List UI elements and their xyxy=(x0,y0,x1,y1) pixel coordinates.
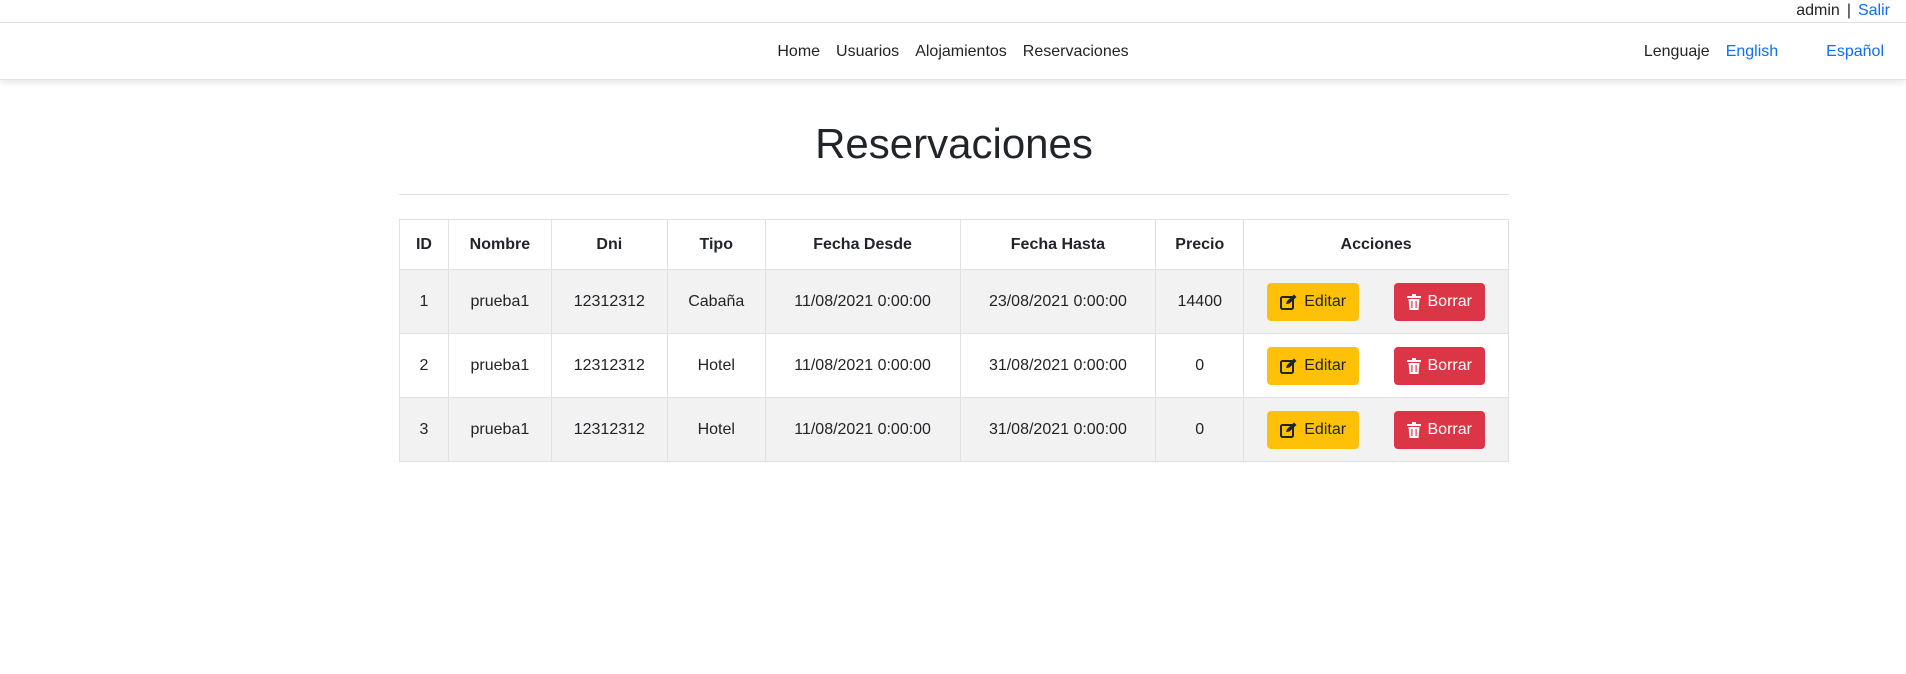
cell-acciones: Editar Borrar xyxy=(1243,333,1509,398)
logout-link[interactable]: Salir xyxy=(1858,2,1890,19)
user-box: admin | Salir xyxy=(1796,2,1890,20)
header-acciones: Acciones xyxy=(1243,219,1509,270)
header-precio: Precio xyxy=(1155,219,1245,270)
edit-label: Editar xyxy=(1304,356,1347,374)
cell-tipo: Hotel xyxy=(666,397,766,462)
header-tipo: Tipo xyxy=(666,219,766,270)
title-divider xyxy=(399,194,1509,195)
main-navbar: Home Usuarios Alojamientos Reservaciones… xyxy=(0,23,1906,80)
trash-icon xyxy=(1406,421,1421,438)
main-content: Reservaciones ID Nombre Dni Tipo Fecha D… xyxy=(399,80,1509,462)
cell-acciones: Editar Borrar xyxy=(1243,269,1509,334)
delete-button[interactable]: Borrar xyxy=(1393,282,1485,321)
edit-label: Editar xyxy=(1304,420,1347,438)
edit-button[interactable]: Editar xyxy=(1267,346,1360,385)
cell-precio: 0 xyxy=(1155,333,1245,398)
header-fecha-desde: Fecha Desde xyxy=(764,219,961,270)
header-nombre: Nombre xyxy=(447,219,552,270)
delete-label: Borrar xyxy=(1427,420,1472,438)
cell-nombre: prueba1 xyxy=(447,397,552,462)
cell-acciones: Editar Borrar xyxy=(1243,397,1509,462)
lang-spanish-link[interactable]: Español xyxy=(1826,43,1884,61)
table-row: 3 prueba1 12312312 Hotel 11/08/2021 0:00… xyxy=(399,397,1509,462)
header-fecha-hasta: Fecha Hasta xyxy=(959,219,1157,270)
header-id: ID xyxy=(399,219,449,270)
cell-tipo: Cabaña xyxy=(666,269,766,334)
cell-tipo: Hotel xyxy=(666,333,766,398)
cell-fecha-hasta: 31/08/2021 0:00:00 xyxy=(959,397,1157,462)
table-row: 2 prueba1 12312312 Hotel 11/08/2021 0:00… xyxy=(399,333,1509,398)
delete-label: Borrar xyxy=(1427,356,1472,374)
delete-button[interactable]: Borrar xyxy=(1393,410,1485,449)
cell-id: 3 xyxy=(399,397,449,462)
edit-label: Editar xyxy=(1304,292,1347,310)
cell-precio: 14400 xyxy=(1155,269,1245,334)
cell-fecha-hasta: 31/08/2021 0:00:00 xyxy=(959,333,1157,398)
edit-icon xyxy=(1280,358,1297,374)
table-header-row: ID Nombre Dni Tipo Fecha Desde Fecha Has… xyxy=(399,219,1509,270)
cell-nombre: prueba1 xyxy=(447,333,552,398)
cell-id: 1 xyxy=(399,269,449,334)
edit-button[interactable]: Editar xyxy=(1267,282,1360,321)
table-row: 1 prueba1 12312312 Cabaña 11/08/2021 0:0… xyxy=(399,269,1509,334)
trash-icon xyxy=(1406,357,1421,374)
username: admin xyxy=(1796,2,1840,19)
cell-precio: 0 xyxy=(1155,397,1245,462)
delete-button[interactable]: Borrar xyxy=(1393,346,1485,385)
cell-fecha-desde: 11/08/2021 0:00:00 xyxy=(764,397,961,462)
cell-nombre: prueba1 xyxy=(447,269,552,334)
language-switcher: Lenguaje English Español xyxy=(1644,23,1884,80)
separator: | xyxy=(1846,2,1851,19)
edit-icon xyxy=(1280,294,1297,310)
nav-usuarios[interactable]: Usuarios xyxy=(828,43,907,61)
edit-icon xyxy=(1280,422,1297,438)
header-dni: Dni xyxy=(550,219,668,270)
nav-menu: Home Usuarios Alojamientos Reservaciones xyxy=(0,23,1906,80)
language-label: Lenguaje xyxy=(1643,42,1710,60)
nav-reservaciones[interactable]: Reservaciones xyxy=(1015,43,1137,61)
trash-icon xyxy=(1406,293,1421,310)
page-title: Reservaciones xyxy=(815,120,1093,167)
cell-dni: 12312312 xyxy=(550,269,668,334)
cell-fecha-desde: 11/08/2021 0:00:00 xyxy=(764,269,961,334)
cell-fecha-hasta: 23/08/2021 0:00:00 xyxy=(959,269,1157,334)
delete-label: Borrar xyxy=(1427,292,1472,310)
cell-id: 2 xyxy=(399,333,449,398)
cell-dni: 12312312 xyxy=(550,397,668,462)
cell-fecha-desde: 11/08/2021 0:00:00 xyxy=(764,333,961,398)
lang-english-link[interactable]: English xyxy=(1726,43,1778,61)
cell-dni: 12312312 xyxy=(550,333,668,398)
edit-button[interactable]: Editar xyxy=(1267,410,1360,449)
nav-home[interactable]: Home xyxy=(769,43,828,61)
top-user-bar: admin | Salir xyxy=(0,0,1906,23)
nav-alojamientos[interactable]: Alojamientos xyxy=(907,43,1015,61)
reservations-table: ID Nombre Dni Tipo Fecha Desde Fecha Has… xyxy=(399,219,1509,462)
